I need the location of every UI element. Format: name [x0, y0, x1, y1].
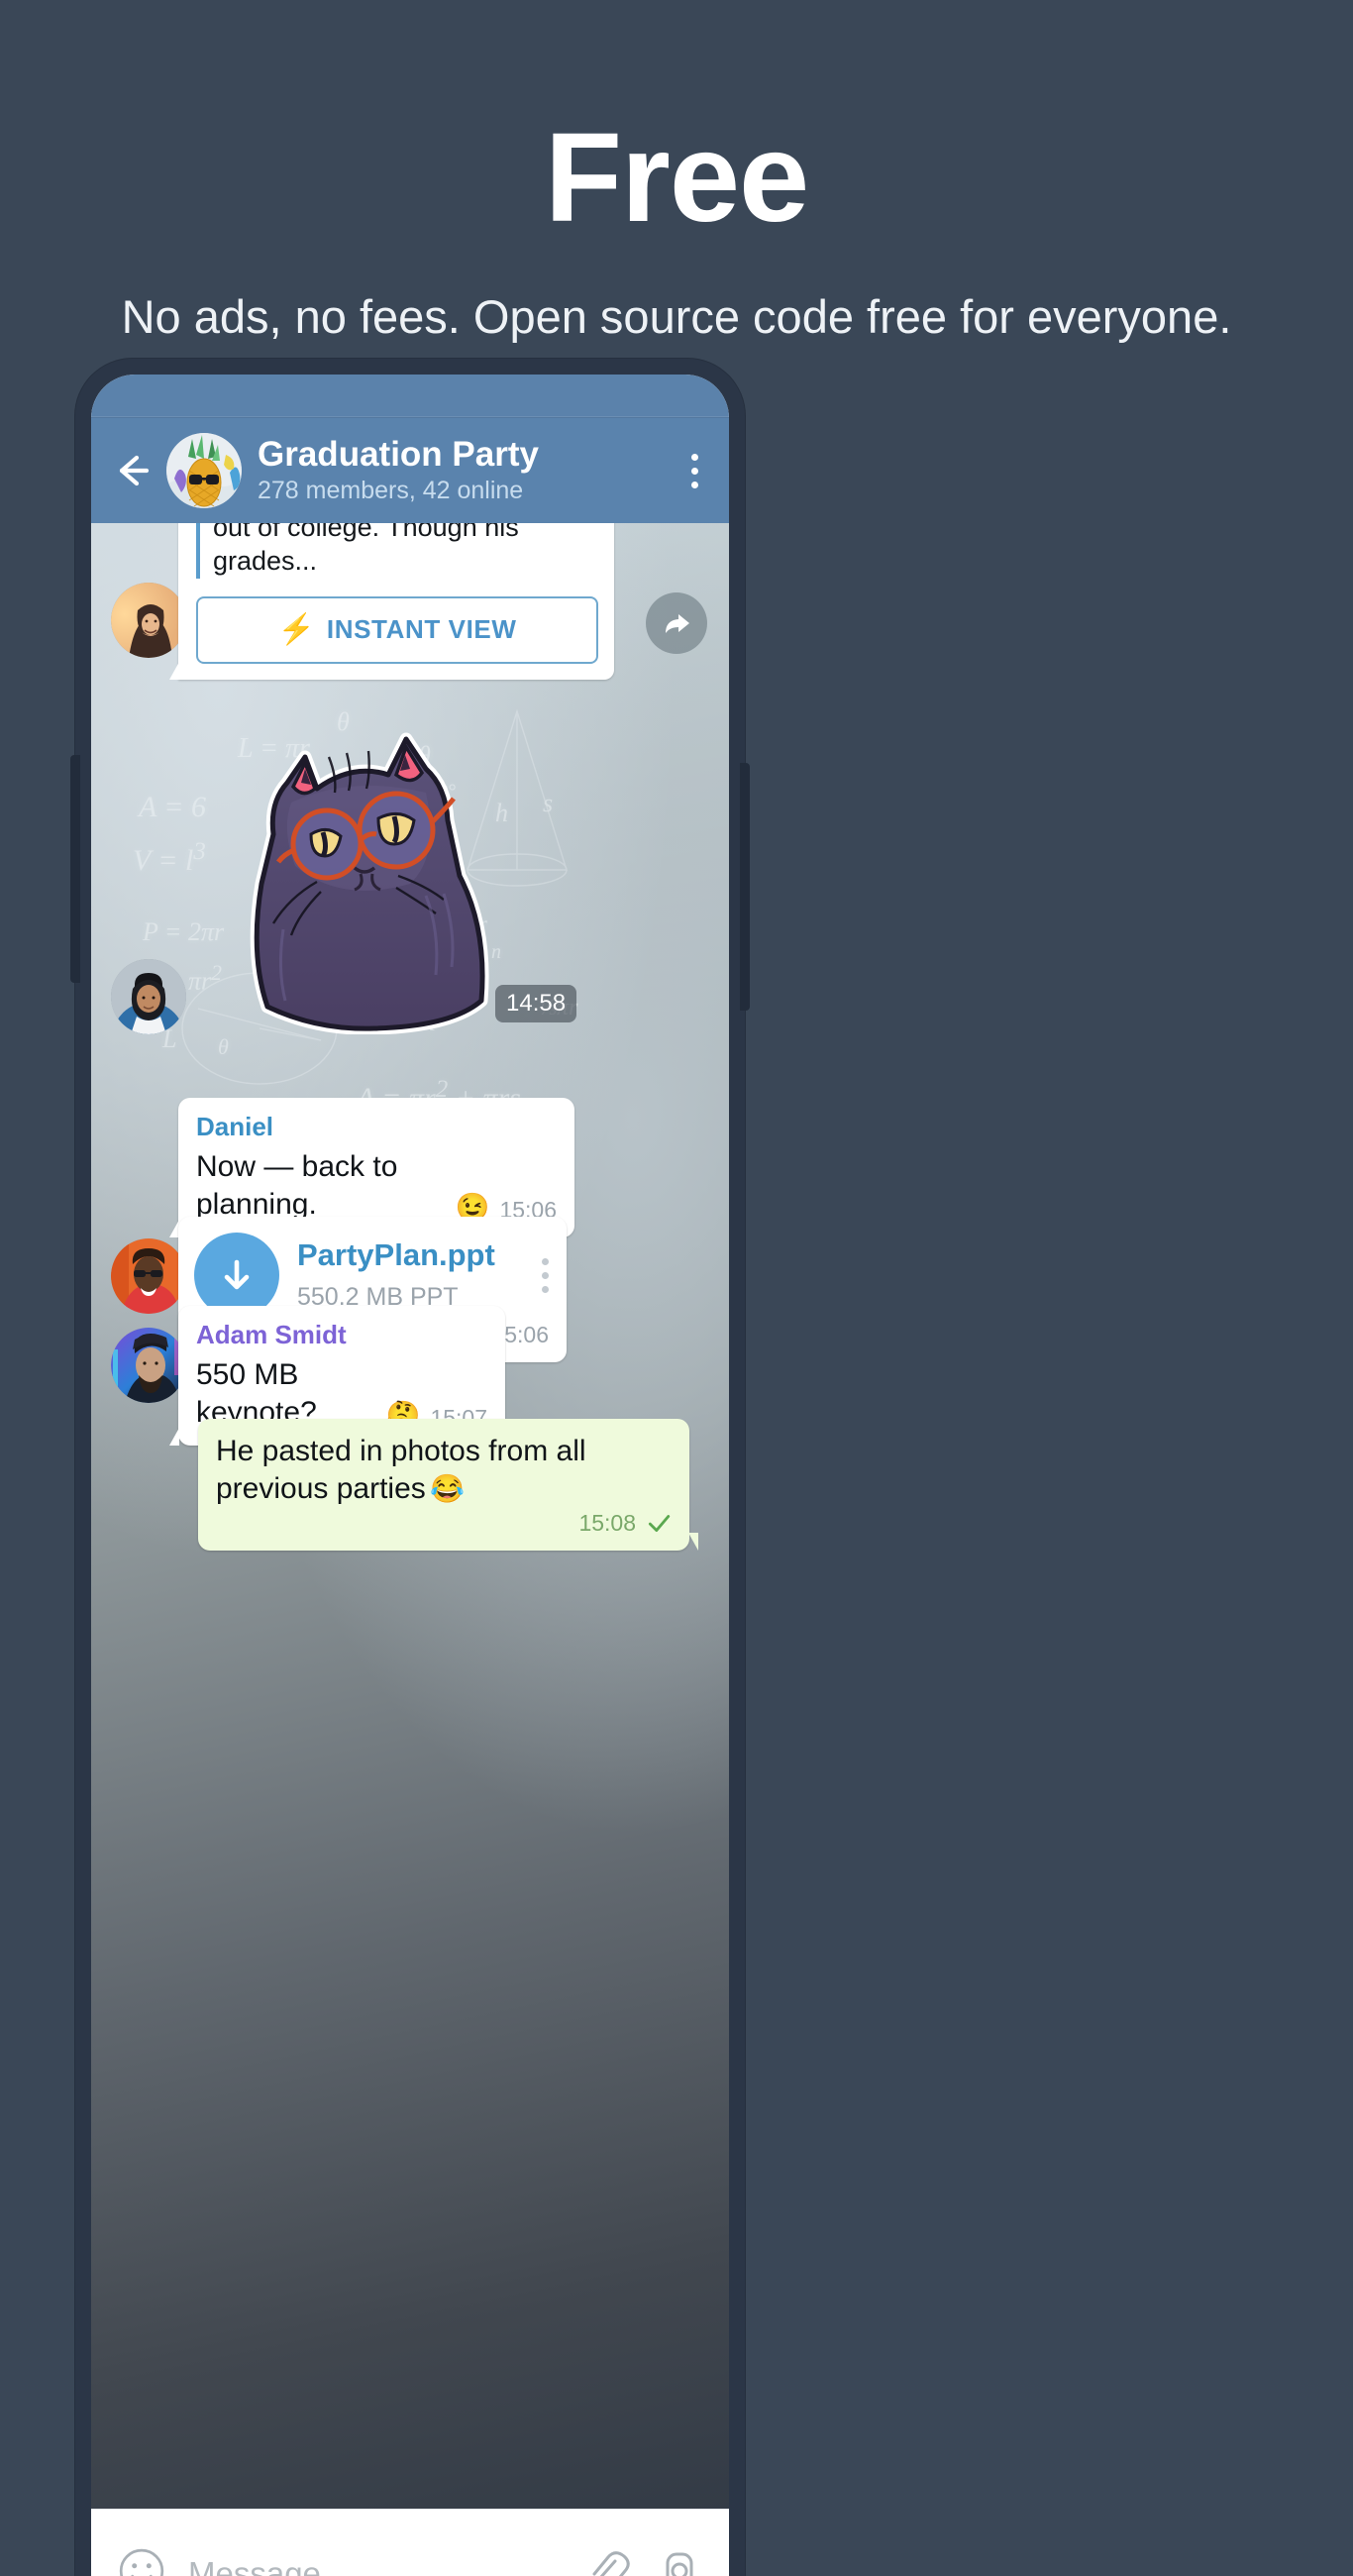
power-button[interactable]	[740, 763, 750, 1011]
page-title: Free	[544, 107, 809, 249]
promo-page: Free No ads, no fees. Open source code f…	[0, 0, 1353, 2576]
chat-header: Graduation Party 278 members, 42 online	[91, 418, 729, 523]
arrow-left-icon[interactable]	[109, 448, 155, 493]
paperclip-icon[interactable]	[582, 2547, 630, 2576]
message-text: Now — back to planning.	[196, 1150, 398, 1221]
message-input-bar[interactable]: Message	[91, 2509, 729, 2576]
avatar[interactable]	[111, 959, 186, 1034]
download-arrow-icon	[224, 1259, 250, 1290]
avatar[interactable]	[166, 433, 242, 508]
lightning-bolt-icon: ⚡	[277, 612, 315, 646]
message-sender: Daniel	[196, 1112, 274, 1141]
instant-view-label: INSTANT VIEW	[326, 614, 517, 645]
message-text: He pasted in photos from all previous pa…	[216, 1435, 586, 1505]
chat-title: Graduation Party	[258, 435, 539, 475]
math-cat-sticker[interactable]	[222, 717, 519, 1035]
check-icon	[648, 1515, 671, 1533]
forward-button[interactable]	[646, 592, 707, 654]
file-overflow-menu-icon[interactable]	[542, 1257, 549, 1293]
status-bar	[91, 375, 729, 418]
link-preview-text: Einstein struggled to find a job out of …	[196, 523, 598, 579]
joy-emoji-icon: 😂	[430, 1472, 466, 1504]
message-bubble-outgoing[interactable]: He pasted in photos from all previous pa…	[198, 1419, 698, 1551]
forward-arrow-icon	[666, 614, 689, 633]
volume-button[interactable]	[70, 755, 80, 983]
avatar[interactable]	[111, 583, 186, 658]
instant-view-button[interactable]: ⚡ INSTANT VIEW	[196, 595, 598, 664]
smiley-icon[interactable]	[117, 2546, 166, 2576]
overflow-menu-icon[interactable]	[679, 448, 709, 493]
link-preview-bubble[interactable]: Einstein struggled to find a job out of …	[169, 523, 614, 680]
camera-icon[interactable]	[656, 2547, 703, 2576]
phone-screen: Graduation Party 278 members, 42 online …	[91, 375, 729, 2576]
file-name[interactable]: PartyPlan.ppt	[297, 1238, 524, 1272]
message-sender: Adam Smidt	[196, 1320, 347, 1349]
message-timestamp: 14:58	[495, 985, 577, 1022]
avatar[interactable]	[111, 1328, 186, 1403]
chat-subtitle: 278 members, 42 online	[258, 477, 524, 505]
message-input[interactable]: Message	[188, 2555, 582, 2576]
chat-message-list[interactable]: A = 6 V = l3 P = 2πr A = πr2 L = πr θ θ …	[91, 523, 729, 2509]
message-timestamp: 15:08	[578, 1509, 636, 1536]
chat-title-block[interactable]: Graduation Party 278 members, 42 online	[258, 436, 679, 504]
phone-mockup: Graduation Party 278 members, 42 online …	[70, 359, 750, 2576]
page-subtitle: No ads, no fees. Open source code free f…	[121, 290, 1232, 343]
promo-header: Free No ads, no fees. Open source code f…	[0, 0, 1353, 347]
avatar[interactable]	[111, 1238, 186, 1314]
